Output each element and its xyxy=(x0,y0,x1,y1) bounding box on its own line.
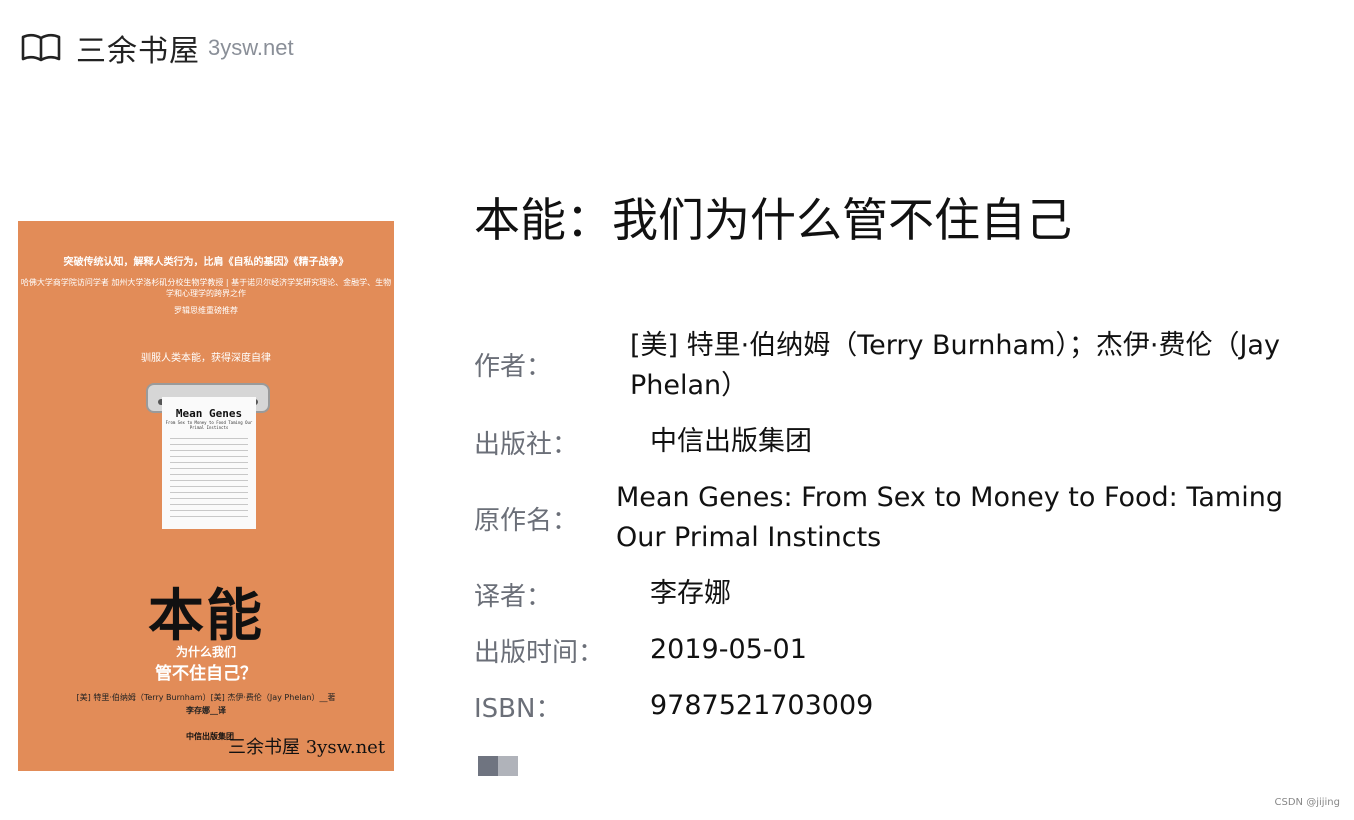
cover-publisher: 中信出版集团 xyxy=(186,732,234,741)
cover-translator: 李存娜__译 xyxy=(186,706,226,715)
cover-watermark: 三余书屋 3ysw.net xyxy=(228,737,386,758)
cover-authors: [美] 特里·伯纳姆（Terry Burnham）[美] 杰伊·费伦（Jay P… xyxy=(76,693,336,702)
cover-tagline: 突破传统认知，解释人类行为，比肩《自私的基因》《精子战争》 xyxy=(63,257,349,268)
isbn-label: ISBN： xyxy=(474,694,562,724)
site-name[interactable]: 三余书屋 xyxy=(76,26,200,70)
original-title-label: 原作名： xyxy=(474,506,579,536)
paper-subtitle: From Sex to Money to Food Taming Our Pri… xyxy=(165,420,253,430)
cover-slogan: 驯服人类本能，获得深度自律 xyxy=(141,353,271,364)
publish-date-label: 出版时间： xyxy=(474,638,605,668)
book-title: 本能：我们为什么管不住自己 xyxy=(474,193,1072,247)
author-value: [美] 特里·伯纳姆（Terry Burnham）；杰伊·费伦（Jay Phel… xyxy=(630,330,1280,401)
cover-big-title: 本能 xyxy=(148,584,264,649)
receipt-paper: Mean Genes From Sex to Money to Food Tam… xyxy=(162,397,256,529)
book-open-icon xyxy=(21,33,61,62)
pager-dot[interactable] xyxy=(498,756,518,776)
author-label: 作者： xyxy=(474,352,553,382)
pagination-indicator xyxy=(478,756,518,776)
book-cover: 突破传统认知，解释人类行为，比肩《自私的基因》《精子战争》 哈佛大学商学院访问学… xyxy=(18,221,394,771)
pager-dot-active[interactable] xyxy=(478,756,498,776)
publish-date-value: 2019-05-01 xyxy=(650,634,807,665)
csdn-credit: CSDN @jijing xyxy=(1274,797,1341,808)
site-header: 三余书屋 3ysw.net xyxy=(20,26,294,70)
cover-credentials: 哈佛大学商学院访问学者 加州大学洛杉矶分校生物学教授 | 基于诺贝尔经济学奖研究… xyxy=(20,278,392,298)
publisher-label: 出版社： xyxy=(474,430,579,460)
paper-title: Mean Genes xyxy=(175,407,243,420)
cover-recommend: 罗辑思维重磅推荐 xyxy=(174,306,238,315)
translator-label: 译者： xyxy=(474,582,553,612)
translator-value: 李存娜 xyxy=(650,578,731,609)
isbn-value: 9787521703009 xyxy=(650,690,874,721)
cover-subtitle-1: 为什么我们 xyxy=(175,645,236,659)
cover-credentials-left: 哈佛大学商学院访问学者 加州大学洛杉矶分校生物学教授 xyxy=(20,278,224,287)
publisher-value: 中信出版集团 xyxy=(650,426,812,457)
site-domain: 3ysw.net xyxy=(208,35,294,60)
cover-subtitle-2: 管不住自己？ xyxy=(155,664,257,684)
original-title-value: Mean Genes: From Sex to Money to Food: T… xyxy=(616,482,1283,553)
